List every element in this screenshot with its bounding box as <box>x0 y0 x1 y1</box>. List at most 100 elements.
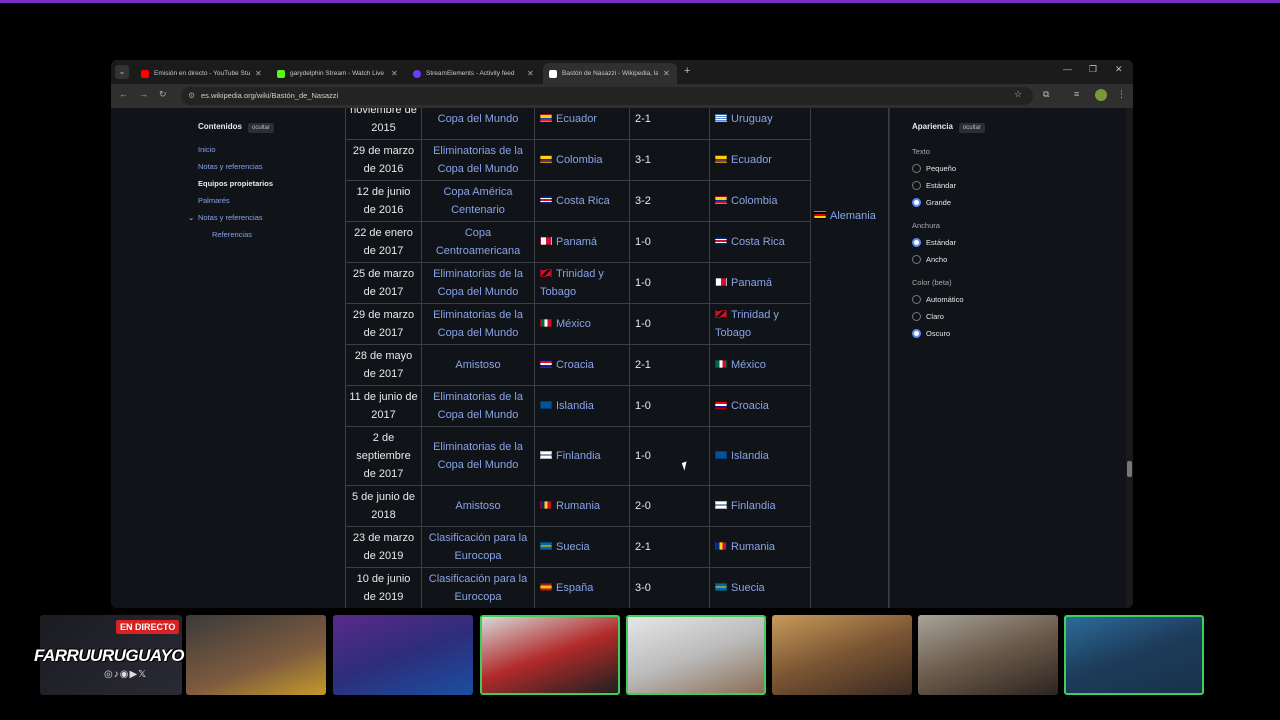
flag-icon <box>540 451 552 459</box>
close-window-icon[interactable]: ✕ <box>1115 64 1123 75</box>
table-row: 25 de marzo de 2017 Eliminatorias de la … <box>345 262 889 304</box>
column-divider <box>889 108 890 608</box>
flag-icon <box>540 269 552 277</box>
url-text: es.wikipedia.org/wiki/Bastón_de_Nasazzi <box>201 91 339 100</box>
appearance-hide-button[interactable]: ocultar <box>958 123 985 133</box>
wikipedia-icon <box>549 69 557 78</box>
radio-icon[interactable] <box>912 255 921 264</box>
toc-item-inicio[interactable]: Inicio <box>198 145 338 154</box>
media-icon[interactable]: ≡ <box>1074 89 1079 99</box>
flag-icon <box>715 237 727 245</box>
close-icon[interactable]: ✕ <box>255 69 262 78</box>
close-icon[interactable]: ✕ <box>391 69 398 78</box>
color-option-auto[interactable]: Automático <box>912 295 1042 304</box>
back-icon[interactable]: ← <box>119 89 128 99</box>
scrollbar[interactable] <box>1126 108 1133 608</box>
radio-icon[interactable] <box>912 295 921 304</box>
webcam-3 <box>480 615 620 695</box>
live-badge: EN DIRECTO <box>116 620 180 634</box>
webcam-1 <box>186 615 326 695</box>
table-row: noviembre de 2015 Copa del Mundo Ecuador… <box>345 108 889 608</box>
text-option-small[interactable]: Pequeño <box>912 164 1042 173</box>
appearance-panel: Apariencia ocultar Texto Pequeño Estándar… <box>912 122 1042 338</box>
flag-icon <box>715 401 727 409</box>
tab-bar: ⌄ Emisión en directo - YouTube Studio ✕ … <box>111 60 1133 84</box>
page-content: Contenidos ocultar Inicio Notas y referen… <box>159 108 1077 608</box>
menu-icon[interactable]: ⋮ <box>1117 89 1126 100</box>
toc-item-notas[interactable]: Notas y referencias <box>198 162 338 171</box>
close-icon[interactable]: ✕ <box>527 69 534 78</box>
width-option-standard[interactable]: Estándar <box>912 238 1042 247</box>
radio-selected-icon[interactable] <box>912 238 921 247</box>
tab-title: Bastón de Nasazzi - Wikipedia, la encicl… <box>562 70 658 77</box>
restore-icon[interactable]: ❐ <box>1089 64 1097 75</box>
minimize-icon[interactable]: — <box>1063 64 1072 74</box>
flag-icon <box>540 155 552 163</box>
table-row: 10 de junio de 2019 Clasificación para l… <box>345 567 889 608</box>
toc-item-notas-referencias[interactable]: ⌄ Notas y referencias <box>188 213 338 222</box>
radio-icon[interactable] <box>912 312 921 321</box>
toc-hide-button[interactable]: ocultar <box>248 123 275 133</box>
profile-avatar[interactable] <box>1095 89 1107 101</box>
browser-window: ⌄ Emisión en directo - YouTube Studio ✕ … <box>111 60 1133 608</box>
table-row: 22 de enero de 2017 Copa Centroamericana… <box>345 221 889 263</box>
flag-icon <box>715 583 727 591</box>
text-size-label: Texto <box>912 147 930 156</box>
tab-kick[interactable]: garydelphin Stream - Watch Live on Kick … <box>271 63 405 84</box>
toc-item-palmares[interactable]: Palmarés <box>198 196 338 205</box>
scrollbar-thumb[interactable] <box>1127 461 1132 477</box>
color-option-light[interactable]: Claro <box>912 312 1042 321</box>
reload-icon[interactable]: ↻ <box>159 89 167 100</box>
channel-logo: FARRUURUGUAYO <box>34 646 184 665</box>
color-option-dark[interactable]: Oscuro <box>912 329 1042 338</box>
webcam-6 <box>918 615 1058 695</box>
new-tab-button[interactable]: + <box>684 65 690 77</box>
site-info-icon[interactable]: ⚙ <box>188 87 195 105</box>
tab-title: Emisión en directo - YouTube Studio <box>154 70 250 77</box>
bookmark-star-icon[interactable]: ☆ <box>1014 89 1022 100</box>
text-option-standard[interactable]: Estándar <box>912 181 1042 190</box>
close-icon[interactable]: ✕ <box>663 69 670 78</box>
top-accent-line <box>0 0 1280 3</box>
toc-title: Contenidos ocultar <box>198 122 338 133</box>
width-option-wide[interactable]: Ancho <box>912 255 1042 264</box>
webcam-7 <box>1064 615 1204 695</box>
social-icons: ◎♪◉▶𝕏 <box>104 669 148 680</box>
table-row: 28 de mayo de 2017 Amistoso Croacia 2-1 … <box>345 344 889 386</box>
winner-cell[interactable]: Alemania <box>810 108 889 608</box>
flag-icon <box>715 114 727 122</box>
toc-item-referencias[interactable]: Referencias <box>198 230 338 239</box>
text-option-large[interactable]: Grande <box>912 198 1042 207</box>
webcam-2 <box>333 615 473 695</box>
flag-icon <box>540 401 552 409</box>
tab-search-button[interactable]: ⌄ <box>115 65 129 79</box>
forward-icon[interactable]: → <box>139 89 148 99</box>
flag-icon <box>540 319 552 327</box>
tab-wikipedia[interactable]: Bastón de Nasazzi - Wikipedia, la encicl… <box>543 63 677 84</box>
flag-icon <box>540 196 552 204</box>
radio-icon[interactable] <box>912 181 921 190</box>
toc-item-equipos[interactable]: Equipos propietarios <box>198 179 338 188</box>
extensions-icon[interactable]: ⧉ <box>1043 89 1049 100</box>
tab-streamelements[interactable]: StreamElements - Activity feed ✕ <box>407 63 541 84</box>
flag-icon <box>540 360 552 368</box>
flag-icon <box>715 310 727 318</box>
width-label: Anchura <box>912 221 940 230</box>
toolbar: ← → ↻ ⚙ es.wikipedia.org/wiki/Bastón_de_… <box>111 84 1133 108</box>
address-bar[interactable]: ⚙ es.wikipedia.org/wiki/Bastón_de_Nasazz… <box>181 87 1033 105</box>
webcam-5 <box>772 615 912 695</box>
radio-icon[interactable] <box>912 164 921 173</box>
table-row: 2 de septiembre de 2017 Eliminatorias de… <box>345 426 889 486</box>
table-row: 12 de junio de 2016 Copa América Centena… <box>345 180 889 222</box>
tab-youtube[interactable]: Emisión en directo - YouTube Studio ✕ <box>135 63 269 84</box>
chevron-down-icon[interactable]: ⌄ <box>188 213 194 222</box>
flag-icon <box>540 542 552 550</box>
radio-selected-icon[interactable] <box>912 198 921 207</box>
flag-icon <box>540 583 552 591</box>
table-of-contents: Contenidos ocultar Inicio Notas y referen… <box>188 122 338 239</box>
radio-selected-icon[interactable] <box>912 329 921 338</box>
flag-icon <box>540 237 552 245</box>
flag-icon <box>715 155 727 163</box>
appearance-title: Apariencia ocultar <box>912 122 1042 133</box>
table-row: 29 de marzo de 2016 Eliminatorias de la … <box>345 139 889 181</box>
